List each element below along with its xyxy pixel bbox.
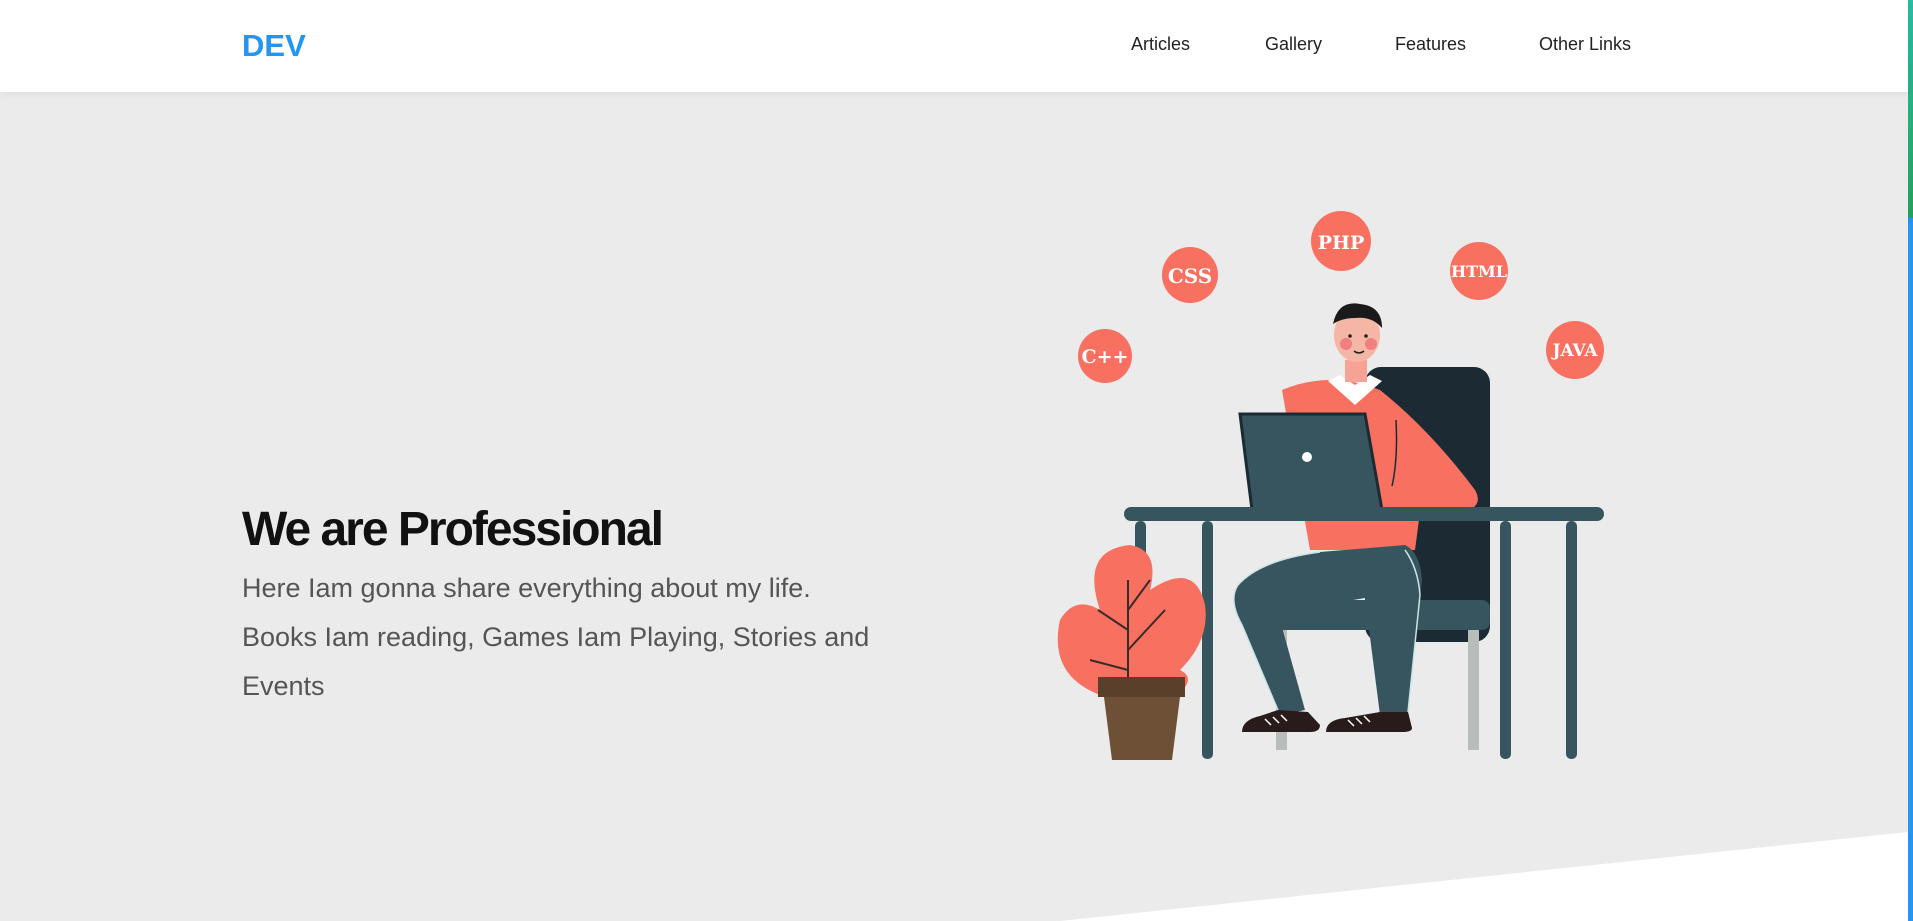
nav-link-features[interactable]: Features [1395, 34, 1466, 55]
page: We are Professional Here Iam gonna share… [0, 0, 1913, 921]
scrollbar-thumb[interactable] [1908, 0, 1913, 218]
bubble-php: PHP [1318, 232, 1365, 254]
bubble-html: HTML [1451, 262, 1507, 281]
nav-link-other-links[interactable]: Other Links [1539, 34, 1631, 55]
developer-illustration: C++ CSS PHP HTML JAVA [1057, 211, 1604, 760]
hero-description: Here Iam gonna share everything about my… [242, 573, 870, 701]
skill-bubbles: C++ CSS PHP HTML JAVA [1078, 211, 1604, 383]
nav-link-articles[interactable]: Articles [1131, 34, 1190, 55]
hero-section: We are Professional Here Iam gonna share… [0, 92, 1908, 921]
site-header: DEV Articles Gallery Features Other Link… [0, 0, 1908, 92]
nav-link-gallery[interactable]: Gallery [1265, 34, 1322, 55]
bubble-java: JAVA [1550, 341, 1598, 361]
hero-title: We are Professional [242, 503, 664, 556]
bubble-css: CSS [1168, 264, 1212, 288]
bubble-cpp: C++ [1082, 346, 1129, 368]
logo[interactable]: DEV [242, 28, 306, 64]
